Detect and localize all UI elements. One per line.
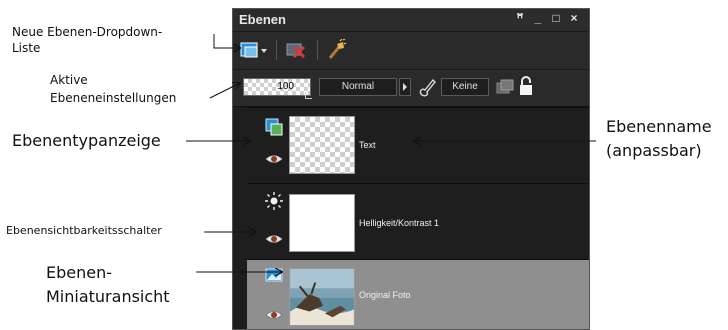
toolbar-separator [317, 40, 318, 60]
panel-titlebar: Ebenen ꟸ _ □ × [233, 9, 589, 32]
annotation-new-layer-dropdown-line2: Liste [12, 41, 41, 55]
layer-name[interactable]: Text [359, 140, 376, 150]
eye-icon[interactable] [265, 310, 283, 320]
delete-layer-icon[interactable] [285, 39, 307, 61]
layer-row-photo[interactable]: Original Foto [247, 259, 589, 329]
layer-stack-icon[interactable] [495, 77, 515, 97]
annotation-layer-visibility-toggle: Ebenensichtbarkeitsschalter [6, 224, 162, 237]
annotation-layer-type-indicator: Ebenentypanzeige [12, 131, 161, 150]
layer-thumbnail [289, 116, 355, 174]
annotation-new-layer-dropdown-line1: Neue Ebenen-Dropdown- [12, 25, 163, 39]
layer-list: Text Helligkeit/Kontrast 1 Original Foto [233, 107, 589, 329]
blend-mode-select[interactable]: Normal [319, 78, 397, 96]
eye-icon[interactable] [265, 154, 283, 164]
lock-icon[interactable] [517, 75, 535, 97]
pin-button[interactable]: ꟸ [513, 11, 527, 25]
sun-icon [265, 192, 283, 210]
panel-title: Ebenen [239, 12, 286, 27]
blend-mode-arrow[interactable] [399, 78, 411, 96]
active-layer-settings: 100 Normal Keine [233, 70, 589, 107]
maximize-button[interactable]: □ [549, 11, 563, 25]
layer-row-adjustment[interactable]: Helligkeit/Kontrast 1 [247, 183, 589, 259]
opacity-field[interactable]: 100 [243, 78, 311, 96]
mask-select[interactable]: Keine [441, 78, 489, 96]
layer-properties-icon[interactable] [325, 39, 347, 61]
opacity-value: 100 [277, 81, 294, 92]
minimize-button[interactable]: _ [531, 11, 545, 25]
close-button[interactable]: × [567, 11, 581, 25]
layer-row-text[interactable]: Text [247, 107, 589, 183]
annotation-layer-name-line1: Ebenenname [606, 117, 712, 136]
layer-toolbar [233, 32, 589, 70]
layers-panel: Ebenen ꟸ _ □ × 100 Normal Keine Text Hel… [232, 8, 590, 330]
mask-value: Keine [452, 81, 478, 92]
text-layer-icon [265, 118, 283, 136]
layer-thumbnail [289, 194, 355, 252]
layer-name[interactable]: Helligkeit/Kontrast 1 [359, 218, 439, 228]
mask-brush-icon[interactable] [417, 76, 437, 98]
layer-thumbnail [289, 268, 355, 326]
annotation-layer-thumbnail-line2: Miniaturansicht [46, 287, 170, 306]
toolbar-separator [276, 40, 277, 60]
eye-icon[interactable] [265, 234, 283, 244]
annotation-active-settings-line2: Ebeneneinstellungen [50, 91, 177, 105]
annotation-layer-name-line2: (anpassbar) [606, 141, 702, 160]
layer-name[interactable]: Original Foto [359, 290, 411, 300]
opacity-slider-handle[interactable] [305, 92, 312, 99]
photo-layer-icon [265, 268, 283, 282]
annotation-layer-thumbnail-line1: Ebenen- [46, 263, 113, 282]
new-layer-dropdown-icon[interactable] [239, 39, 269, 61]
blend-mode-value: Normal [341, 81, 375, 92]
chevron-right-icon [403, 83, 407, 91]
annotation-active-settings-line1: Aktive [50, 73, 88, 87]
